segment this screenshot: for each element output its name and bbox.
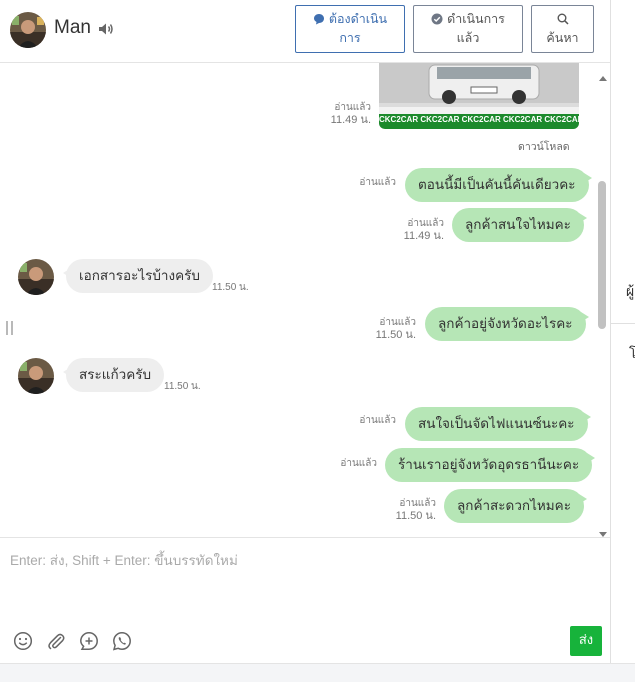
message-meta: อ่านแล้ว 11.50 น. (350, 316, 416, 342)
todo-button[interactable]: ต้องดำเนินการ (295, 5, 405, 53)
image-banner-text: CKC2CAR CKC2CAR CKC2CAR CKC2CAR CKC2CAR (379, 115, 579, 124)
message-meta: อ่านแล้ว (300, 457, 377, 470)
avatar-photo (18, 259, 54, 295)
message-text: ลูกค้าอยู่จังหวัดอะไรคะ (438, 316, 573, 332)
message-meta: อ่านแล้ว (320, 176, 396, 189)
todo-button-label: ต้องดำเนินการ (328, 11, 388, 45)
outgoing-message[interactable]: ลูกค้าสนใจไหมคะ (452, 208, 587, 242)
chat-bubble-icon (313, 14, 324, 25)
incoming-message[interactable]: เอกสารอะไรบ้างครับ (63, 259, 213, 293)
search-button-label: ค้นหา (546, 30, 579, 45)
message-text: เอกสารอะไรบ้างครับ (79, 268, 200, 284)
message-text: ลูกค้าสะดวกไหมคะ (457, 498, 571, 514)
side-panel-text: โ (629, 346, 635, 362)
avatar[interactable] (18, 259, 54, 295)
chat-messages[interactable]: CKC2CAR CKC2CAR CKC2CAR CKC2CAR CKC2CAR … (0, 63, 610, 537)
done-button[interactable]: ดำเนินการแล้ว (413, 5, 523, 53)
message-time: 11.50 น. (395, 510, 436, 522)
outgoing-message[interactable]: ลูกค้าอยู่จังหวัดอะไรคะ (425, 307, 589, 341)
outgoing-message[interactable]: ตอนนี้มีเป็นคันนี้คันเดียวคะ (405, 168, 592, 202)
image-read-meta: อ่านแล้ว 11.49 น. (300, 101, 371, 127)
message-meta: อ่านแล้ว (320, 414, 396, 427)
scrollbar-thumb[interactable] (598, 181, 606, 329)
scroll-up-arrow-icon[interactable] (598, 67, 608, 86)
message-text: ลูกค้าสนใจไหมคะ (465, 217, 571, 233)
add-circle-icon[interactable] (79, 631, 99, 655)
outgoing-message[interactable]: ร้านเราอยู่จังหวัดอุดรธานีนะคะ (385, 448, 596, 482)
download-link[interactable]: ดาวน์โหลด (518, 138, 570, 155)
contact-name: Man (54, 17, 91, 38)
scroll-down-arrow-icon[interactable] (598, 524, 608, 537)
side-panel-text: ผู้ (626, 284, 635, 300)
message-time: 11.49 น. (403, 230, 444, 242)
paperclip-icon[interactable] (46, 631, 66, 655)
avatar[interactable] (10, 12, 46, 48)
message-text: ร้านเราอยู่จังหวัดอุดรธานีนะคะ (398, 457, 580, 473)
read-status: อ่านแล้ว (399, 498, 436, 509)
message-input[interactable]: Enter: ส่ง, Shift + Enter: ขึ้นบรรทัดใหม… (10, 549, 238, 571)
bottom-bar (0, 663, 635, 682)
outgoing-message[interactable]: สนใจเป็นจัดไฟแนนซ์นะคะ (405, 407, 590, 441)
search-button[interactable]: ค้นหา (531, 5, 594, 53)
done-button-label: ดำเนินการแล้ว (447, 11, 505, 45)
read-status: อ่านแล้ว (379, 317, 416, 328)
side-panel-divider (611, 323, 635, 324)
message-time: 11.50 น. (164, 381, 201, 392)
read-status: อ่านแล้ว (334, 102, 371, 113)
car-image-attachment[interactable]: CKC2CAR CKC2CAR CKC2CAR CKC2CAR CKC2CAR (379, 63, 579, 129)
send-button[interactable]: ส่ง (570, 626, 602, 656)
side-panel (611, 0, 635, 663)
read-status: อ่านแล้ว (359, 415, 396, 426)
message-text: สระแก้วครับ (79, 367, 152, 383)
message-meta: อ่านแล้ว 11.49 น. (380, 217, 444, 243)
outgoing-message[interactable]: ลูกค้าสะดวกไหมคะ (444, 489, 587, 523)
read-status: อ่านแล้ว (359, 177, 396, 188)
message-time: 11.50 น. (375, 329, 416, 341)
emoji-icon[interactable] (13, 631, 33, 655)
speaker-icon[interactable] (98, 21, 114, 40)
chat-header: Man ต้องดำเนินการ ดำเนินการแล้ว ค้นหา (0, 0, 610, 63)
avatar[interactable] (18, 358, 54, 394)
whatsapp-icon[interactable] (112, 631, 132, 655)
read-status: อ่านแล้ว (407, 218, 444, 229)
avatar-photo (18, 358, 54, 394)
read-status: อ่านแล้ว (340, 458, 377, 469)
message-text: สนใจเป็นจัดไฟแนนซ์นะคะ (418, 416, 575, 432)
incoming-message[interactable]: สระแก้วครับ (62, 358, 165, 392)
search-icon (557, 13, 569, 25)
avatar-photo (10, 12, 46, 48)
resize-handle[interactable] (6, 321, 13, 335)
message-meta: อ่านแล้ว 11.50 น. (370, 497, 436, 523)
check-circle-icon (431, 13, 443, 25)
message-time: 11.49 น. (330, 114, 371, 126)
message-time: 11.50 น. (212, 282, 249, 293)
message-text: ตอนนี้มีเป็นคันนี้คันเดียวคะ (418, 177, 576, 193)
message-composer[interactable]: Enter: ส่ง, Shift + Enter: ขึ้นบรรทัดใหม… (0, 537, 610, 664)
